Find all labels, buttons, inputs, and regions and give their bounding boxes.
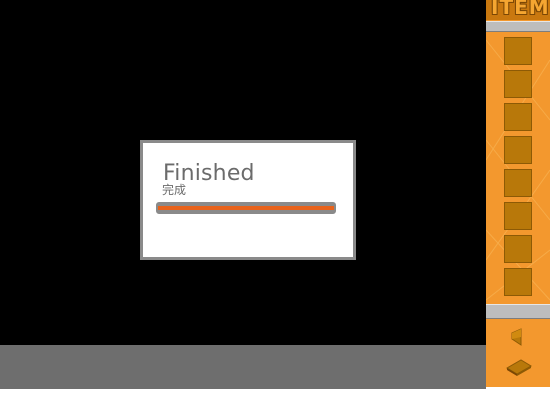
progress-fill xyxy=(158,206,334,210)
sidebar-divider-mid xyxy=(486,304,550,319)
item-slot[interactable] xyxy=(504,235,532,263)
dialog-subtitle: 完成 xyxy=(162,183,187,197)
item-slot[interactable] xyxy=(504,103,532,131)
item-slot[interactable] xyxy=(504,169,532,197)
item-slot[interactable] xyxy=(504,37,532,65)
item-slot[interactable] xyxy=(504,136,532,164)
item-slot[interactable] xyxy=(504,202,532,230)
bottom-bar xyxy=(0,345,486,389)
back-icon[interactable] xyxy=(506,356,532,376)
sidebar-divider-top xyxy=(486,21,550,32)
arrow-icon[interactable] xyxy=(510,328,526,346)
item-slot[interactable] xyxy=(504,70,532,98)
finished-dialog: Finished 完成 xyxy=(140,140,356,260)
progress-bar xyxy=(156,202,336,214)
item-sidebar: ITEM xyxy=(486,0,550,387)
item-header: ITEM xyxy=(486,0,550,20)
item-header-label: ITEM xyxy=(491,0,550,19)
item-slot[interactable] xyxy=(504,268,532,296)
